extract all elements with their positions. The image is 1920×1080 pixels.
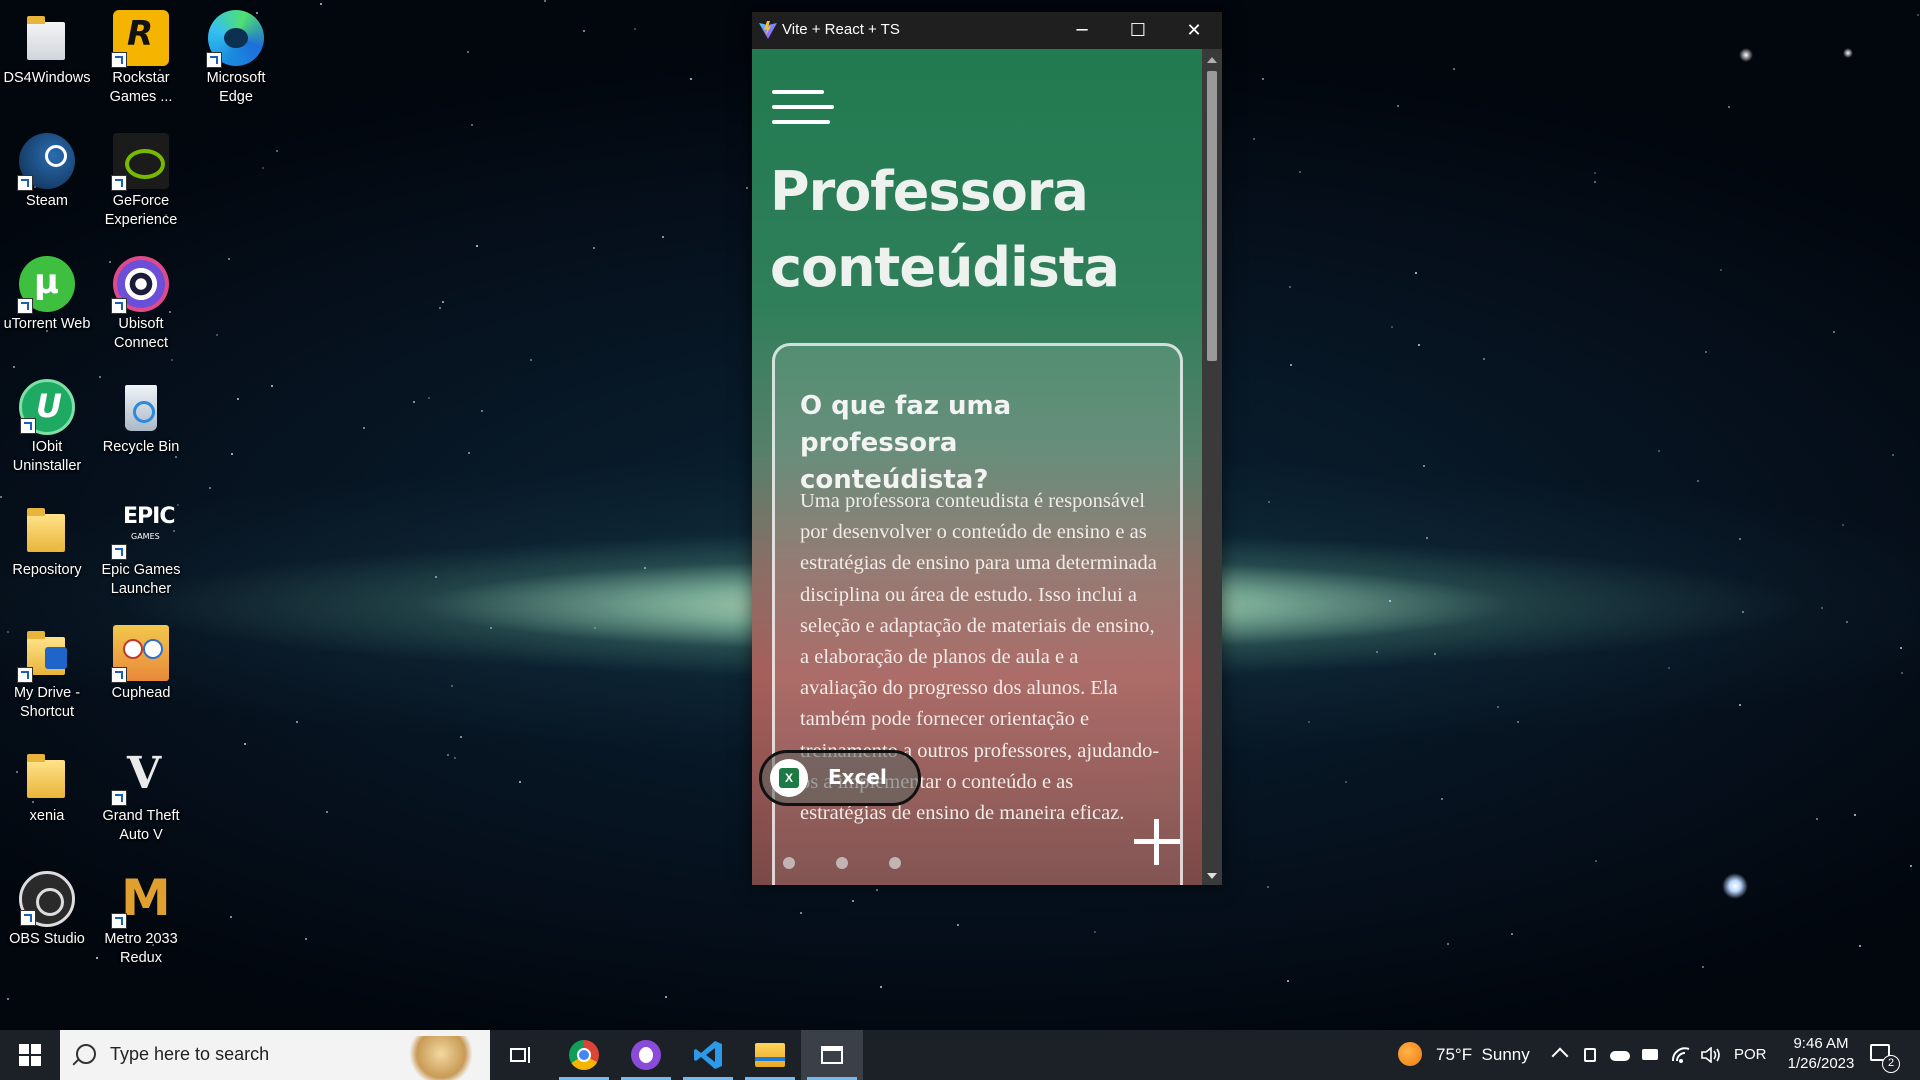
bright-star	[1843, 48, 1853, 58]
ds4windows-icon	[19, 10, 75, 66]
edge-icon	[206, 10, 264, 68]
search-highlight-image	[406, 1036, 476, 1080]
bright-star	[1739, 48, 1753, 62]
excel-icon: X	[770, 759, 808, 797]
iobit-icon: U	[19, 379, 75, 435]
window-titlebar[interactable]: Vite + React + TS ─ ☐ ✕	[752, 12, 1222, 49]
desktop-icon-epic-games[interactable]: EPIC GAMES Epic Games Launcher	[94, 498, 188, 599]
windows-logo-icon	[19, 1044, 41, 1066]
battery-icon[interactable]	[1640, 1030, 1662, 1080]
google-drive-folder-icon	[17, 625, 75, 683]
steam-icon	[17, 133, 75, 191]
desktop-icon-ubisoft[interactable]: Ubisoft Connect	[94, 252, 188, 353]
clock[interactable]: 9:46 AM 1/26/2023	[1776, 1030, 1866, 1080]
desktop-icon-edge[interactable]: Microsoft Edge	[189, 6, 283, 107]
sun-icon	[1398, 1042, 1422, 1066]
taskbar-app-window[interactable]	[801, 1030, 863, 1080]
vscode-icon	[694, 1041, 722, 1069]
github-desktop-icon	[631, 1040, 661, 1070]
desktop-icon-repository[interactable]: Repository	[0, 498, 94, 580]
chevron-up-icon	[1551, 1047, 1569, 1065]
plus-icon[interactable]	[1134, 819, 1180, 865]
desktop-icon-utorrent[interactable]: µ uTorrent Web	[0, 252, 94, 334]
start-button[interactable]	[0, 1030, 60, 1080]
vite-logo-icon	[759, 21, 777, 39]
bright-star	[1722, 873, 1748, 899]
hamburger-menu-icon[interactable]	[772, 90, 834, 135]
folder-icon	[19, 748, 75, 804]
chrome-icon	[569, 1040, 599, 1070]
volume-icon[interactable]	[1700, 1030, 1722, 1080]
taskbar-app-chrome[interactable]	[553, 1030, 615, 1080]
carousel-dot[interactable]	[783, 857, 795, 869]
notification-center-button[interactable]: 2	[1868, 1030, 1912, 1080]
show-hidden-icons-button[interactable]	[1550, 1030, 1570, 1080]
app-window: Vite + React + TS ─ ☐ ✕ Professora conte…	[752, 12, 1222, 885]
app-window-icon	[821, 1046, 843, 1064]
window-title: Vite + React + TS	[782, 21, 900, 38]
minimize-button[interactable]: ─	[1054, 12, 1110, 49]
taskbar-app-vscode[interactable]	[677, 1030, 739, 1080]
scrollbar-thumb[interactable]	[1207, 71, 1217, 361]
clock-date: 1/26/2023	[1787, 1055, 1855, 1072]
weather-text: 75°F Sunny	[1436, 1045, 1530, 1064]
cuphead-icon	[111, 625, 169, 683]
carousel-dot[interactable]	[889, 857, 901, 869]
search-placeholder: Type here to search	[110, 1044, 270, 1064]
wifi-icon[interactable]	[1670, 1030, 1692, 1080]
badge-label: Excel	[828, 765, 887, 789]
card-heading: O que faz uma professora conteúdista?	[800, 391, 1012, 495]
desktop-icon-obs[interactable]: OBS Studio	[0, 867, 94, 949]
rockstar-icon: R	[111, 10, 169, 68]
scroll-up-arrow-icon[interactable]	[1207, 57, 1217, 63]
notification-count-badge: 2	[1882, 1055, 1900, 1073]
desktop-icon-rockstar[interactable]: R Rockstar Games ...	[94, 6, 188, 107]
file-explorer-icon	[755, 1043, 785, 1067]
desktop-icon-cuphead[interactable]: Cuphead	[94, 621, 188, 703]
desktop-icon-recycle-bin[interactable]: Recycle Bin	[94, 375, 188, 457]
clock-time: 9:46 AM	[1793, 1035, 1849, 1052]
obs-icon	[19, 871, 75, 927]
desktop-icon-metro[interactable]: M Metro 2033 Redux	[94, 867, 188, 968]
geforce-icon	[111, 133, 169, 191]
utorrent-icon: µ	[17, 256, 75, 314]
desktop-icon-my-drive[interactable]: My Drive - Shortcut	[0, 621, 94, 722]
taskbar-app-github-desktop[interactable]	[615, 1030, 677, 1080]
page-title: Professora conteúdista	[770, 160, 1120, 299]
page-content: Professora conteúdista O que faz uma pro…	[752, 49, 1202, 885]
taskbar: Type here to search 75°F Sunny POR 9:46 …	[0, 1030, 1920, 1080]
onedrive-cloud-icon[interactable]	[1608, 1030, 1632, 1080]
ubisoft-icon	[111, 256, 169, 314]
desktop-icon-gta-v[interactable]: V Grand Theft Auto V	[94, 744, 188, 845]
gta-v-icon: V	[111, 748, 169, 806]
taskbar-search[interactable]: Type here to search	[60, 1030, 490, 1080]
recycle-bin-icon	[113, 379, 169, 435]
weather-widget[interactable]: 75°F Sunny	[1398, 1030, 1538, 1080]
metro-icon: M	[111, 869, 171, 929]
scroll-down-arrow-icon[interactable]	[1207, 873, 1217, 879]
folder-icon	[19, 502, 75, 558]
desktop-icon-steam[interactable]: Steam	[0, 129, 94, 211]
task-view-icon	[510, 1047, 530, 1063]
maximize-button[interactable]: ☐	[1110, 12, 1166, 49]
device-icon[interactable]	[1582, 1030, 1600, 1080]
close-button[interactable]: ✕	[1166, 12, 1222, 49]
desktop-icon-xenia[interactable]: xenia	[0, 744, 94, 826]
desktop-icon-iobit[interactable]: U IObit Uninstaller	[0, 375, 94, 476]
language-indicator[interactable]: POR	[1734, 1030, 1774, 1080]
excel-skill-badge[interactable]: X Excel	[759, 750, 921, 806]
search-icon	[76, 1044, 96, 1064]
task-view-button[interactable]	[490, 1030, 552, 1080]
epic-games-icon: EPIC GAMES	[111, 502, 175, 560]
carousel-dot[interactable]	[836, 857, 848, 869]
scrollbar[interactable]	[1202, 49, 1222, 885]
desktop-icon-ds4windows[interactable]: DS4Windows	[0, 6, 94, 88]
taskbar-app-file-explorer[interactable]	[739, 1030, 801, 1080]
desktop-icon-geforce[interactable]: GeForce Experience	[94, 129, 188, 230]
